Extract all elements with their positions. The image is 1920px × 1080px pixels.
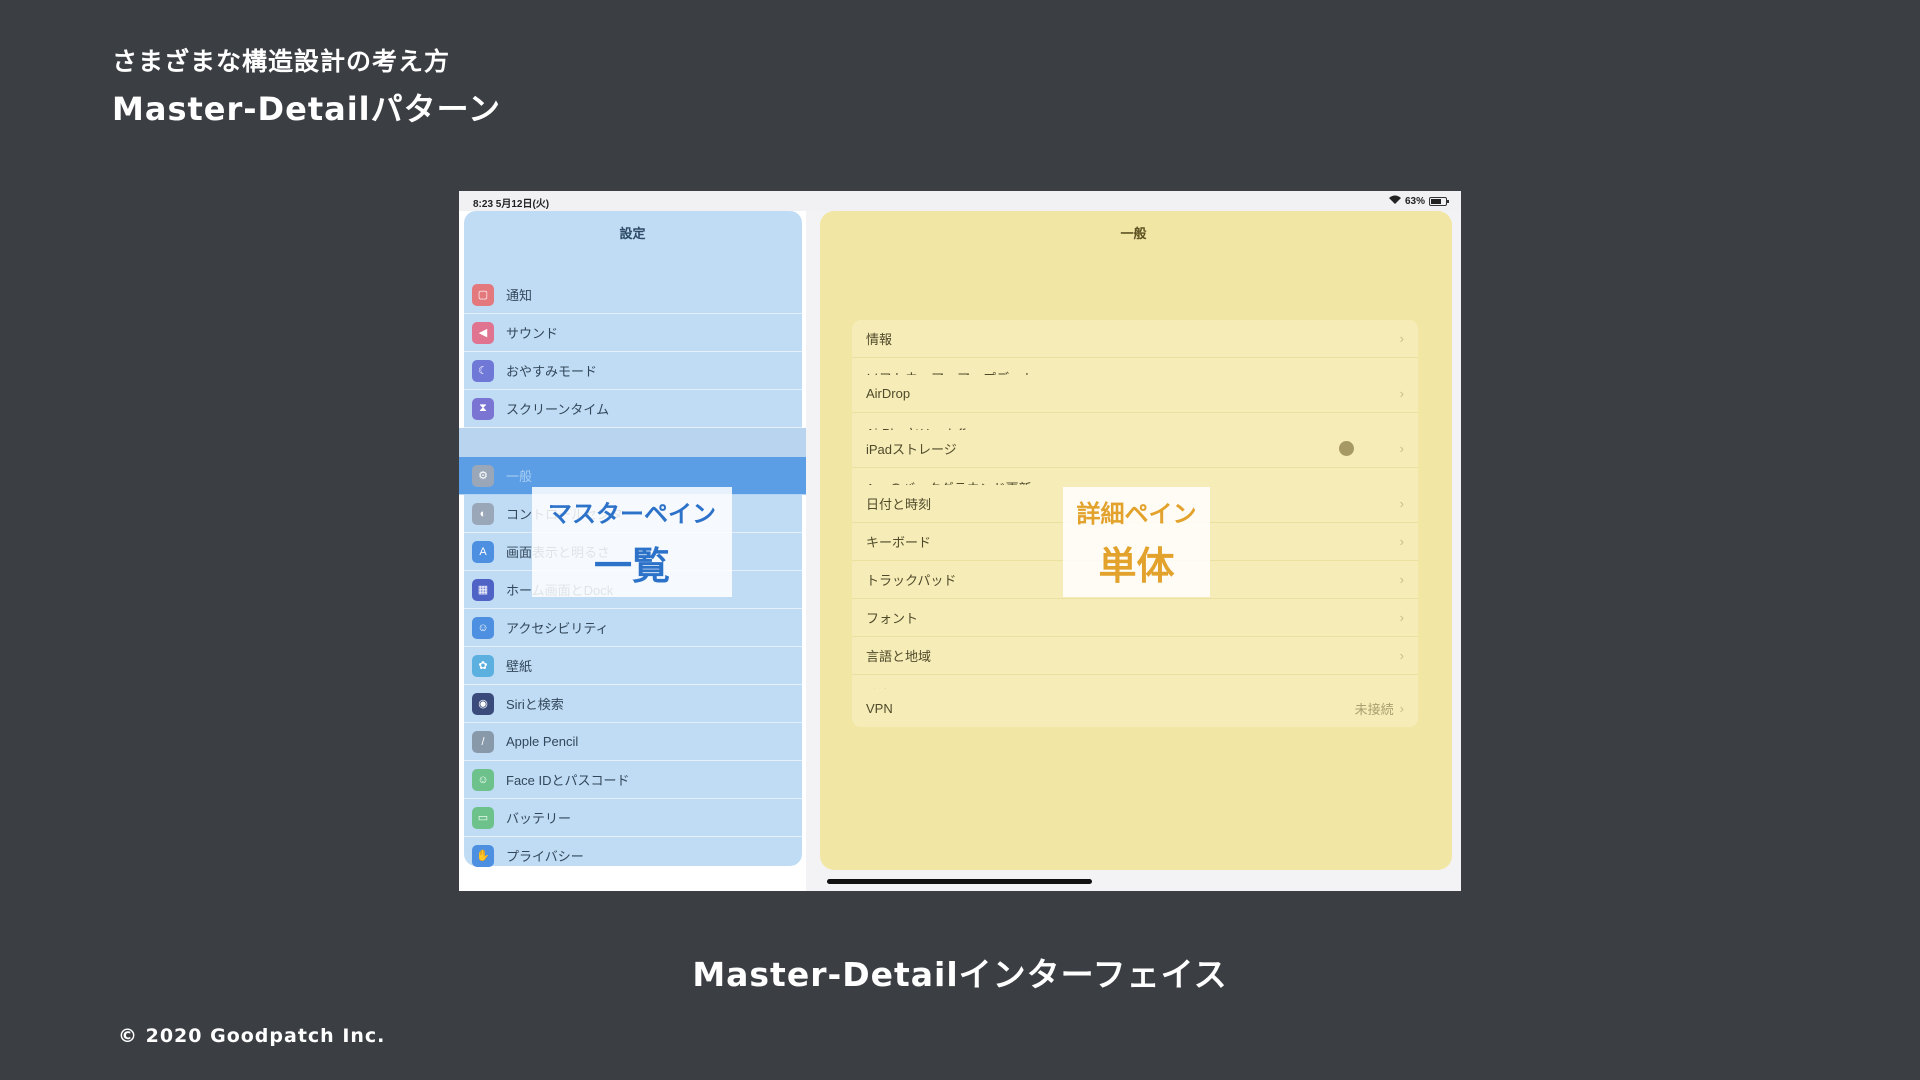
notification-icon: ▢ <box>472 283 494 306</box>
master-list-item-label: 壁紙 <box>506 659 533 674</box>
master-list-item-label: アクセシビリティ <box>506 621 609 636</box>
master-list-item-label: Face IDとパスコード <box>506 773 630 788</box>
sound-icon: ◀ <box>472 321 494 344</box>
chevron-right-icon: › <box>1399 386 1404 401</box>
detail-row-label: AirDrop <box>866 386 911 401</box>
ipad-screenshot: 8:23 5月12日(火) 63% 設定 ▢ 通知 ◀ サウンド ☾ おやすみモード ⧗ スク… <box>459 191 1461 891</box>
accessibility-icon: ☺ <box>472 616 494 639</box>
master-list-item-label: プライバシー <box>506 849 584 864</box>
detail-row-accessory: › <box>1400 610 1404 625</box>
master-list-item[interactable]: ✋ プライバシー <box>459 837 806 875</box>
detail-row-accessory: › <box>1400 386 1404 401</box>
detail-row-accessory: › <box>1400 496 1404 511</box>
wifi-icon <box>1388 195 1401 207</box>
detail-row[interactable]: AirDrop › <box>852 375 1418 413</box>
status-bar: 8:23 5月12日(火) 63% <box>459 191 1461 211</box>
chevron-right-icon: › <box>1399 610 1404 625</box>
detail-row-accessory: › <box>1400 572 1404 587</box>
detail-row-label: キーボード <box>866 535 932 550</box>
master-list-item[interactable]: ◉ Siriと検索 <box>459 685 806 723</box>
detail-row-label: フォント <box>866 611 919 626</box>
battery-icon: ▭ <box>472 806 494 829</box>
detail-row-accessory: › <box>1400 331 1404 346</box>
detail-row[interactable]: VPN 未接続 › <box>852 689 1418 727</box>
text-size-icon: A <box>472 540 494 563</box>
home-indicator[interactable] <box>827 879 1092 884</box>
master-list-item[interactable]: ☺ アクセシビリティ <box>459 609 806 647</box>
face-id-icon: ☺ <box>472 768 494 791</box>
slide-subtitle: さまざまな構造設計の考え方 <box>112 47 451 76</box>
chevron-right-icon: › <box>1399 700 1404 716</box>
detail-row-accessory: › <box>1400 648 1404 663</box>
master-list-item[interactable]: / Apple Pencil <box>459 723 806 761</box>
master-list-item[interactable]: ⧗ スクリーンタイム <box>459 390 806 428</box>
detail-row-value: 未接続 <box>1354 701 1394 717</box>
detail-row-accessory: › <box>1400 441 1404 456</box>
master-list-item[interactable]: ☺ Face IDとパスコード <box>459 761 806 799</box>
moon-icon: ☾ <box>472 359 494 382</box>
master-list-item[interactable]: ▭ バッテリー <box>459 799 806 837</box>
master-list-item[interactable]: ✿ 壁紙 <box>459 647 806 685</box>
hand-icon: ✋ <box>472 844 494 867</box>
slide-title: Master-Detailパターン <box>112 90 502 128</box>
touch-indicator <box>1339 441 1354 456</box>
gear-icon: ⚙ <box>472 464 494 487</box>
master-list-item-label: 一般 <box>506 469 533 484</box>
master-list-item-label: スクリーンタイム <box>506 402 610 417</box>
master-title: 設定 <box>619 226 646 241</box>
detail-title: 一般 <box>1120 226 1147 241</box>
master-list-item[interactable]: ◀ サウンド <box>459 314 806 352</box>
master-pane-label-title: マスターペイン <box>548 500 716 528</box>
chevron-right-icon: › <box>1399 331 1404 346</box>
siri-icon: ◉ <box>472 692 494 715</box>
grid-icon: ▦ <box>472 578 494 601</box>
master-list-item[interactable]: ☾ おやすみモード <box>459 352 806 390</box>
detail-pane-label-sub: 単体 <box>1098 544 1175 588</box>
detail-row-label: 言語と地域 <box>866 649 932 664</box>
detail-row-label: VPN <box>866 700 893 716</box>
detail-row[interactable]: iPadストレージ › <box>852 430 1418 468</box>
settings-group: VPN 未接続 › <box>852 689 1418 727</box>
detail-pane-label: 詳細ペイン 単体 <box>1063 487 1210 597</box>
detail-row-accessory: 未接続 › <box>1355 699 1404 718</box>
chevron-right-icon: › <box>1399 648 1404 663</box>
copyright: © 2020 Goodpatch Inc. <box>118 1025 386 1047</box>
detail-row-label: iPadストレージ <box>866 442 957 457</box>
pencil-icon: / <box>472 730 494 753</box>
detail-row-label: 情報 <box>866 332 893 347</box>
status-right: 63% <box>1388 195 1449 207</box>
battery-percent: 63% <box>1404 195 1425 207</box>
master-pane-label-sub: 一覧 <box>593 544 670 588</box>
chevron-right-icon: › <box>1399 496 1404 511</box>
master-list-item-label: Siriと検索 <box>506 697 564 712</box>
hourglass-icon: ⧗ <box>472 397 494 420</box>
chevron-right-icon: › <box>1399 441 1404 456</box>
status-time: 8:23 5月12日(火) <box>473 199 550 210</box>
detail-row-accessory: › <box>1400 534 1404 549</box>
chevron-right-icon: › <box>1399 534 1404 549</box>
detail-row-label: トラックパッド <box>866 573 957 588</box>
master-list-item-label: Apple Pencil <box>506 734 579 749</box>
master-list-item-label: 通知 <box>506 288 533 303</box>
detail-row-label: 日付と時刻 <box>866 497 932 512</box>
master-pane-label: マスターペイン 一覧 <box>532 487 732 597</box>
detail-pane-label-title: 詳細ペイン <box>1076 500 1197 528</box>
detail-row[interactable]: 情報 › <box>852 320 1418 358</box>
flower-icon: ✿ <box>472 654 494 677</box>
chevron-right-icon: › <box>1399 572 1404 587</box>
slide-caption: Master-Detailインターフェイス <box>692 955 1228 994</box>
battery-status-icon <box>1429 196 1449 206</box>
detail-row[interactable]: フォント › <box>852 599 1418 637</box>
master-list-item-label: バッテリー <box>506 811 572 826</box>
detail-row[interactable]: 言語と地域 › <box>852 637 1418 675</box>
list-section-gap <box>459 428 806 457</box>
master-list-item[interactable]: ▢ 通知 <box>459 276 806 314</box>
master-list-item-label: おやすみモード <box>506 364 598 379</box>
master-list-item-label: サウンド <box>506 326 559 341</box>
toggle-icon: ◐ <box>472 502 494 525</box>
